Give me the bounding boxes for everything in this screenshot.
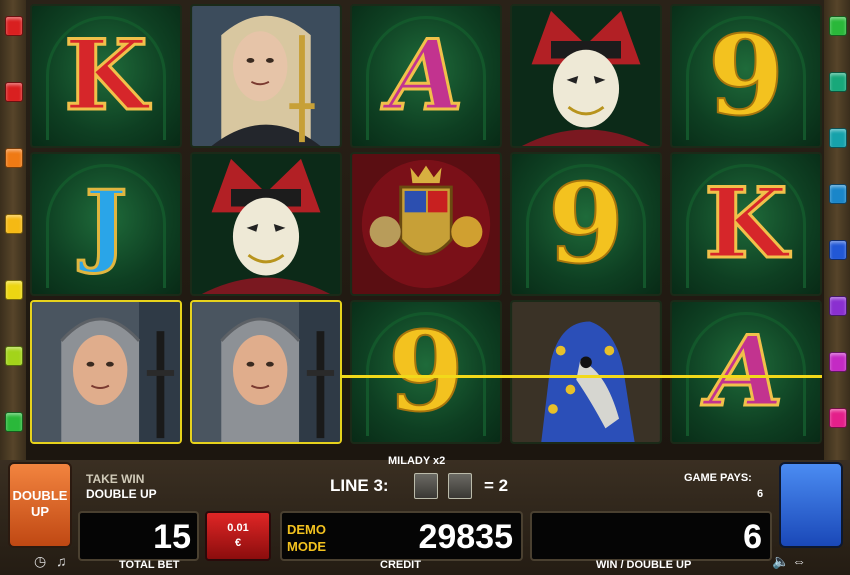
line-indicator-pin[interactable] [829,16,847,36]
symbol-J-letter: J [83,171,129,277]
credit-box: DEMO MODE 29835 [280,511,523,561]
coat-of-arms-symbol-art [352,154,500,294]
reel-3-row-2-symbol [350,152,502,296]
double-up-label: DOUBLE UP [86,487,157,501]
reel-5-row-1-symbol: 9 [670,4,822,148]
reel-1-row-3-symbol [30,300,182,444]
reel-3-row-1-symbol: A [350,4,502,148]
reels-area: KJ A 9 9 9 K A [30,4,822,450]
denomination-button[interactable]: 0.01 € [205,511,271,561]
knight-symbol-art [32,302,180,442]
reel-4-row-3-symbol [510,300,662,444]
total-bet-label: TOTAL BET [119,559,180,571]
line-indicator-pin[interactable] [829,184,847,204]
win-value: 6 [743,518,762,556]
jester-symbol-art [512,6,660,146]
double-up-button-label: DOUBLE UP [12,488,68,519]
mode-label: MODE [287,539,326,554]
line-indicator-pin[interactable] [5,16,23,36]
win-box: 6 [530,511,772,561]
demo-label: DEMO [287,522,326,537]
reel-2-row-1-symbol [190,4,342,148]
game-pays-label: GAME PAYS: [684,472,752,484]
reel-5-row-3-symbol: A [670,300,822,444]
game-frame: KJ A 9 9 9 K A [0,0,850,460]
knight-symbol-art [192,302,340,442]
clock-icon[interactable]: ◷ [34,553,46,570]
reel-2-row-2-symbol [190,152,342,296]
line-indicator-pin[interactable] [5,346,23,366]
symbol-9-letter: 9 [387,307,466,436]
armored-horse-symbol-art [512,302,660,442]
speaker-icon[interactable]: 🔈 [772,553,789,570]
total-bet-value: 15 [153,518,191,556]
reel-2-row-3-symbol [190,300,342,444]
symbol-A-letter: A [707,315,784,428]
symbol-A-letter: A [387,19,464,132]
reel-3-row-3-symbol: 9 [350,300,502,444]
game-pays-value: 6 [757,488,764,500]
jester-symbol-art [192,154,340,294]
line-indicator-pin[interactable] [5,412,23,432]
payline-3 [340,375,822,378]
line-result: = 2 [484,476,509,495]
symbol-9-letter: 9 [707,11,786,140]
win-title: MILADY x2 [388,455,446,467]
milady-symbol-art [192,6,340,146]
symbol-9-letter: 9 [547,159,626,288]
reel-5-row-2-symbol: K [670,152,822,296]
symbol-K-letter: K [63,19,149,132]
take-win-label: TAKE WIN [86,472,145,486]
music-note-icon[interactable]: ♫ [56,553,67,569]
line-indicator-pin[interactable] [829,128,847,148]
line-indicator-pin[interactable] [5,214,23,234]
fullscreen-icon[interactable]: ⇔ [792,553,806,569]
line-indicator-pin[interactable] [829,352,847,372]
credit-value: 29835 [418,518,513,556]
win-symbol-thumb-1 [414,473,438,499]
line-indicator-pin[interactable] [5,280,23,300]
double-up-button[interactable]: DOUBLE UP [8,462,72,548]
win-symbol-thumb-2 [448,473,472,499]
line-indicator-pin[interactable] [829,296,847,316]
currency-symbol: € [234,537,242,549]
reel-1-row-2-symbol: J [30,152,182,296]
reel-4-row-2-symbol: 9 [510,152,662,296]
right-line-indicators [824,0,850,460]
denomination-value: 0.01 [227,522,249,534]
left-line-indicators [0,0,26,460]
credit-label: CREDIT [380,559,421,571]
line-indicator-pin[interactable] [829,72,847,92]
line-indicator-pin[interactable] [5,148,23,168]
line-indicator-pin[interactable] [829,408,847,428]
line-label: LINE 3: [330,476,389,495]
spin-button[interactable] [779,462,843,548]
line-indicator-pin[interactable] [5,82,23,102]
total-bet-box: 15 [78,511,199,561]
reel-4-row-1-symbol [510,4,662,148]
symbol-K-letter: K [703,167,789,280]
reel-1-row-1-symbol: K [30,4,182,148]
line-indicator-pin[interactable] [829,240,847,260]
win-double-up-label: WIN / DOUBLE UP [596,559,692,571]
